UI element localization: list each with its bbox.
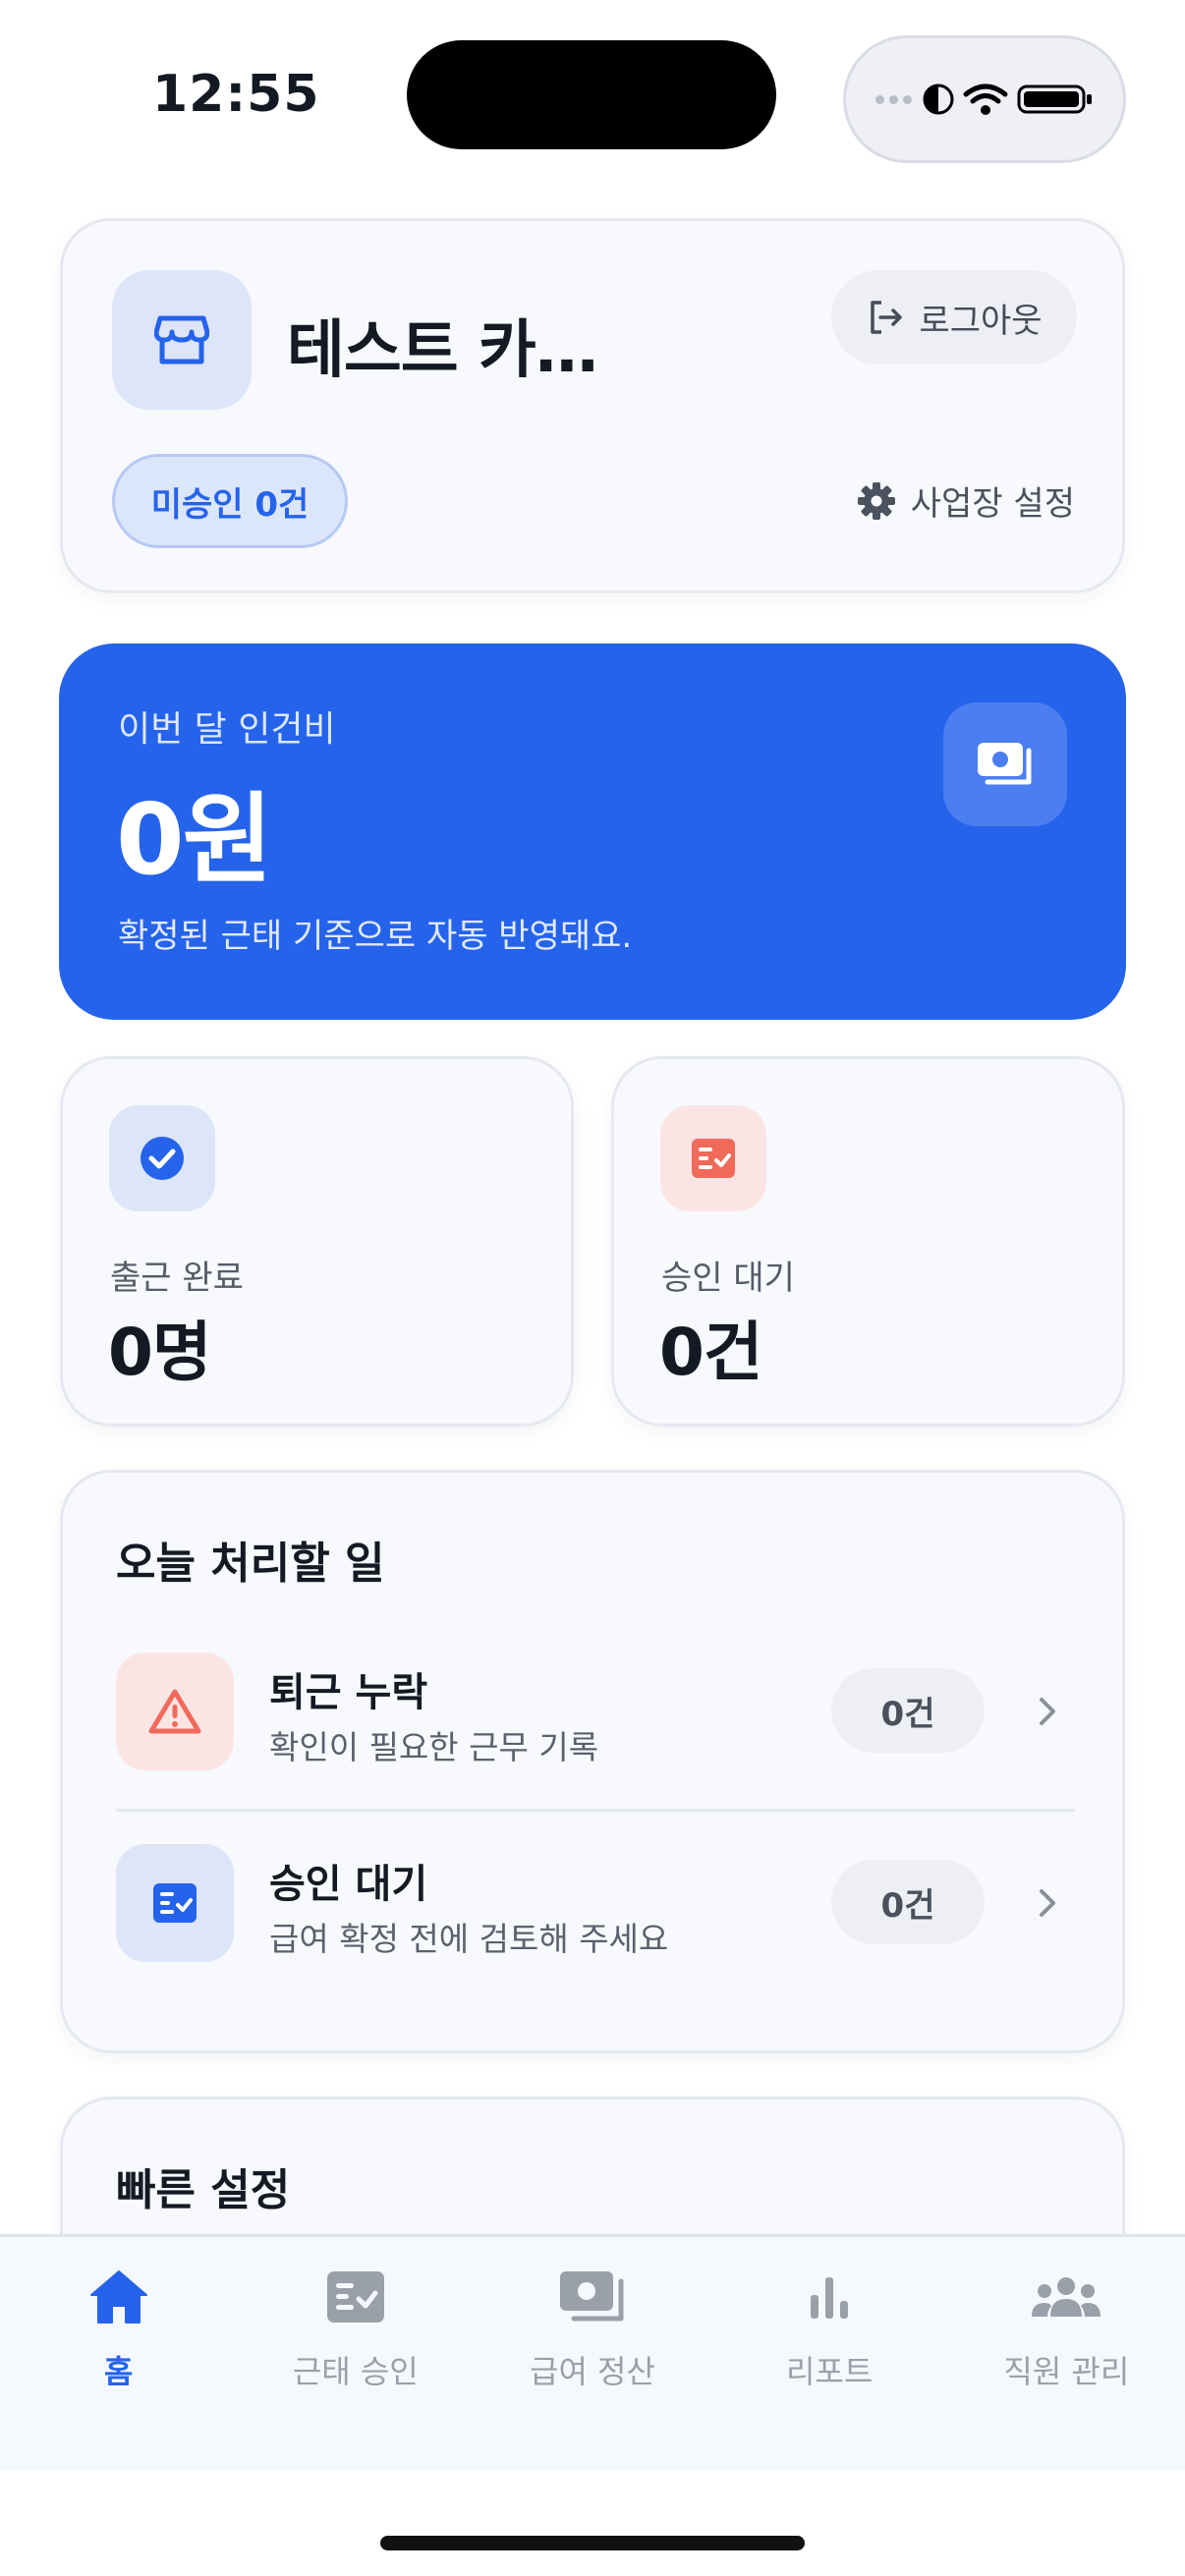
money-icon [558,2265,627,2329]
stat-value: 0건 [659,1315,763,1390]
monthly-payroll-card[interactable]: 이번 달 인건비 0원 확정된 근태 기준으로 자동 반영돼요. [59,644,1126,1020]
task-row-pending-approval[interactable]: 승인 대기 급여 확정 전에 검토해 주세요 0건 [116,1844,1075,1972]
signal-dots-icon [875,94,912,104]
shop-name: 테스트 카페 · 20... [287,314,611,387]
payroll-label: 이번 달 인건비 [118,709,336,750]
logout-button[interactable]: 로그아웃 [831,270,1077,364]
task-desc: 확인이 필요한 근무 기록 [269,1728,599,1766]
checklist-icon [116,1844,234,1962]
tab-label: 근태 승인 [292,2353,419,2390]
contrast-icon [923,84,953,115]
money-icon [943,702,1067,826]
quick-settings-title: 빠른 설정 [116,2165,291,2215]
logout-icon [871,301,903,334]
tab-report[interactable]: 리포트 [711,2237,948,2470]
task-count-badge: 0건 [831,1860,985,1944]
store-icon [112,270,252,410]
gear-icon [857,481,895,520]
warning-icon [116,1652,234,1770]
tab-label: 급여 정산 [530,2353,655,2390]
wifi-icon [963,84,1007,115]
check-circle-icon [109,1105,215,1211]
payroll-note: 확정된 근태 기준으로 자동 반영돼요. [118,917,633,956]
task-desc: 급여 확정 전에 검토해 주세요 [269,1920,669,1958]
tab-label: 직원 관리 [1003,2353,1130,2390]
tab-staff-management[interactable]: 직원 관리 [948,2237,1185,2470]
settings-label: 사업장 설정 [910,484,1075,524]
tab-home[interactable]: 홈 [0,2237,237,2470]
status-time: 12:55 [152,65,320,124]
checklist-icon [325,2265,386,2329]
tab-payroll[interactable]: 급여 정산 [474,2237,710,2470]
today-tasks-card: 오늘 처리할 일 퇴근 누락 확인이 필요한 근무 기록 0건 승인 대기 급여… [60,1470,1125,2053]
status-indicators [843,35,1126,163]
task-count-badge: 0건 [831,1668,985,1753]
bottom-tab-bar: 홈 근태 승인 급여 정산 리포트 직원 관리 [0,2234,1185,2470]
payroll-amount: 0원 [116,782,273,897]
checklist-icon [660,1105,766,1211]
stat-label: 출근 완료 [110,1259,244,1298]
divider [116,1809,1075,1812]
pending-approval-badge[interactable]: 미승인 0건 [112,454,348,548]
tab-label: 리포트 [785,2353,874,2390]
tab-label: 홈 [103,2353,134,2390]
chevron-right-icon [1040,1889,1055,1917]
pending-approval-card[interactable]: 승인 대기 0건 [611,1056,1125,1427]
home-icon [88,2265,149,2329]
tasks-title: 오늘 처리할 일 [116,1539,385,1589]
stat-label: 승인 대기 [661,1259,795,1298]
tab-attendance-approval[interactable]: 근태 승인 [237,2237,474,2470]
people-icon [1030,2265,1102,2329]
bottom-safe-area [0,2470,1185,2576]
battery-icon [1017,84,1092,114]
stat-value: 0명 [108,1315,212,1390]
shop-card: 테스트 카페 · 20... 로그아웃 미승인 0건 [60,218,1125,593]
task-row-missing-checkout[interactable]: 퇴근 누락 확인이 필요한 근무 기록 0건 [116,1652,1075,1780]
owner-home-screen: 12:55 테스트 카페 · 20... 로그아웃 미승인 0건 [0,0,1185,2576]
bar-chart-icon [805,2265,854,2329]
chevron-right-icon [1040,1698,1055,1725]
dynamic-island [407,40,776,149]
task-name: 승인 대기 [269,1862,428,1907]
logout-label: 로그아웃 [919,301,1043,341]
shop-settings-button[interactable]: 사업장 설정 [856,476,1075,525]
task-name: 퇴근 누락 [269,1670,428,1715]
checkin-complete-card[interactable]: 출근 완료 0명 [60,1056,574,1427]
home-indicator[interactable] [380,2536,805,2550]
